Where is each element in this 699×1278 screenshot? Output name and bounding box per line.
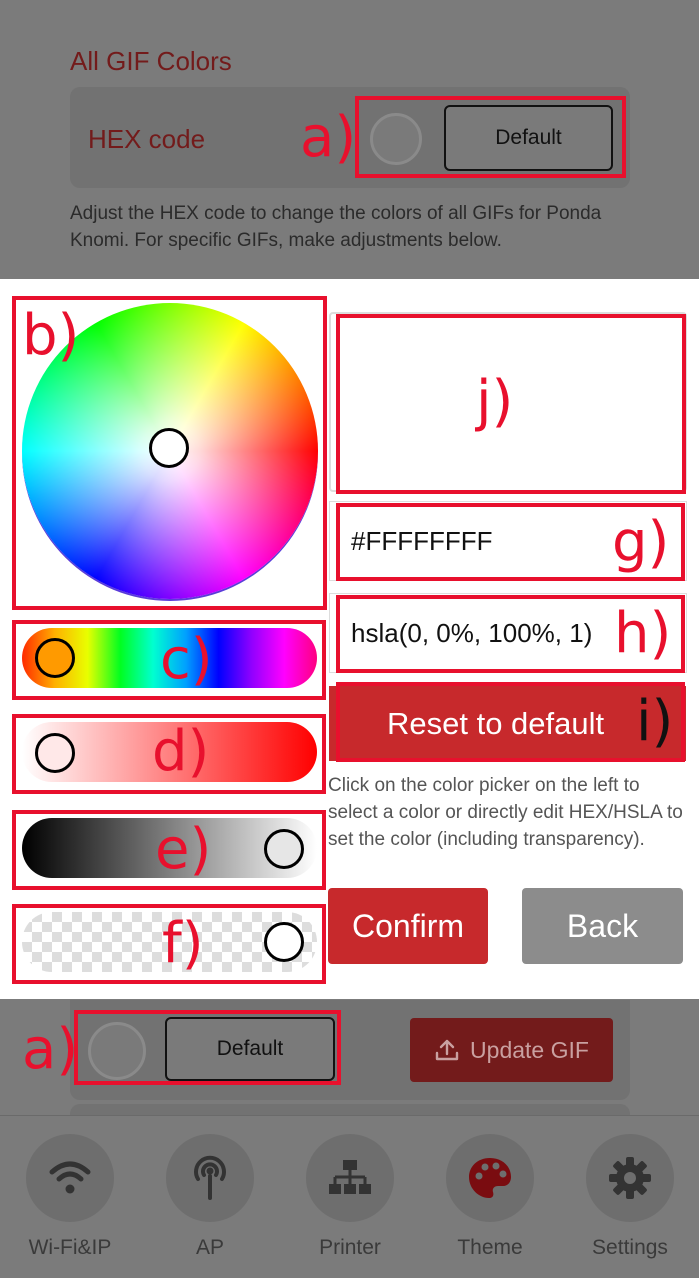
hex-code-label: HEX code (88, 124, 206, 154)
annotation-box-a-bottom (74, 1010, 341, 1085)
wifi-icon (49, 1161, 91, 1194)
upload-icon (435, 1039, 459, 1061)
tab-wifi[interactable]: Wi-Fi&IP (25, 1134, 115, 1260)
tab-label: AP (195, 1236, 224, 1259)
annotation-h: h) (614, 601, 672, 666)
back-button[interactable]: Back (522, 888, 683, 964)
tab-label: Printer (319, 1236, 381, 1259)
tab-label: Wi-Fi&IP (28, 1236, 112, 1259)
tab-theme[interactable]: Theme (445, 1134, 535, 1260)
annotation-g: g) (612, 510, 670, 575)
tab-label: Theme (457, 1236, 523, 1259)
annotation-e: e) (155, 817, 212, 882)
annotation-box-a (355, 96, 626, 178)
annotation-box-i (336, 682, 685, 762)
annotation-c: c) (160, 627, 213, 692)
tab-ap[interactable]: AP (165, 1134, 255, 1260)
confirm-button[interactable]: Confirm (328, 888, 488, 964)
annotation-a-bottom: a) (22, 1017, 79, 1082)
palette-icon (469, 1158, 511, 1198)
network-icon (329, 1160, 371, 1194)
annotation-f: f) (162, 911, 204, 976)
tab-label: Settings (592, 1236, 668, 1259)
annotation-d: d) (152, 719, 210, 784)
section-title: All GIF Colors (70, 46, 232, 76)
tab-settings[interactable]: Settings (585, 1134, 675, 1260)
tab-printer[interactable]: Printer (305, 1134, 395, 1260)
antenna-icon (194, 1155, 226, 1200)
update-gif-button[interactable]: Update GIF (410, 1018, 613, 1082)
annotation-i: i) (636, 689, 674, 754)
hex-description: Adjust the HEX code to change the colors… (70, 203, 602, 251)
annotation-j: j) (476, 369, 514, 434)
annotation-a: a) (300, 105, 357, 170)
annotation-b: b) (22, 303, 80, 368)
gear-icon (609, 1157, 651, 1199)
update-gif-label: Update GIF (470, 1036, 589, 1063)
picker-hint: Click on the color picker on the left to… (328, 775, 683, 850)
